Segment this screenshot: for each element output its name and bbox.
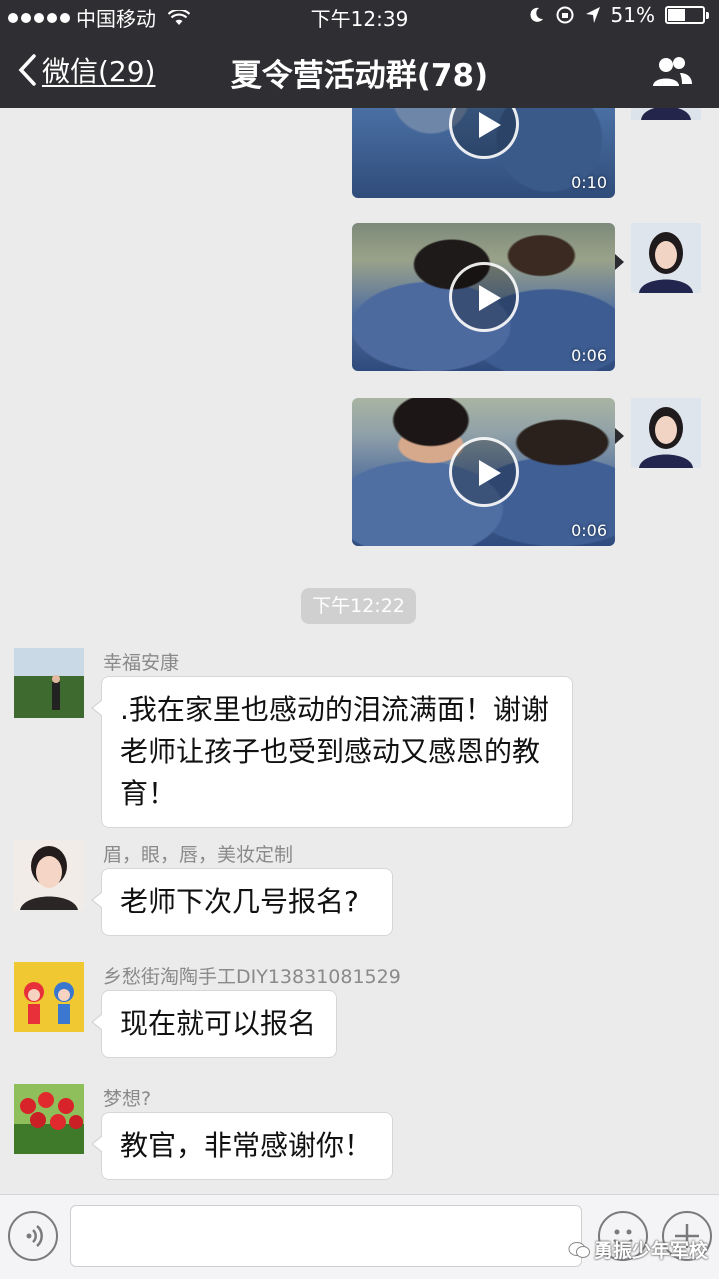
sender-name: 梦想? [103,1088,152,1110]
avatar[interactable] [14,648,84,718]
message-bubble[interactable]: .我在家里也感动的泪流满面！谢谢 老师让孩子也受到感动又感恩的教 育！ [91,676,573,828]
avatar-image [14,1084,84,1154]
message-line: 老师让孩子也受到感动又感恩的教 [120,735,541,768]
avatar[interactable] [631,223,701,293]
rotation-lock-icon [556,6,574,24]
video-message[interactable]: 0:10 [352,108,615,198]
battery-percent: 51% [610,3,655,27]
video-duration: 0:06 [571,521,607,540]
time-divider: 下午12:22 [301,588,416,624]
avatar-image [14,840,84,910]
location-icon [585,7,600,23]
avatar-image [14,648,84,718]
wechat-icon [568,1241,590,1258]
video-duration: 0:06 [571,346,607,365]
avatar[interactable] [14,840,84,910]
play-icon[interactable] [448,262,519,332]
voice-button[interactable] [8,1211,58,1261]
chat-title: 夏令营活动群(78) [230,58,489,94]
group-members-icon[interactable] [651,54,693,88]
message-line: 育！ [120,777,177,810]
moon-icon [529,7,543,22]
avatar[interactable] [14,962,84,1032]
sender-name: 幸福安康 [103,652,180,674]
bubble-tail [615,428,624,444]
nav-bar: 微信(29) 夏令营活动群(78) [0,32,719,108]
message-bubble[interactable]: 教官，非常感谢你！ [91,1112,393,1180]
avatar[interactable] [631,108,701,120]
avatar-image [631,108,701,120]
bubble-tail [615,254,624,270]
video-message[interactable]: 0:06 [352,223,615,371]
play-icon[interactable] [448,437,519,507]
avatar-image [631,223,701,293]
avatar[interactable] [14,1084,84,1154]
watermark: 勇振少年军校 [568,1236,708,1263]
status-bar: 中国移动 下午12:39 51% [0,0,719,32]
watermark-text: 勇振少年军校 [594,1240,709,1262]
sender-name: 乡愁街淘陶手工DIY13831081529 [103,966,401,988]
video-message[interactable]: 0:06 [352,398,615,546]
message-bubble[interactable]: 老师下次几号报名? [91,868,393,936]
status-right: 51% [527,3,709,27]
video-duration: 0:10 [571,173,607,192]
avatar-image [631,398,701,468]
avatar-image [14,962,84,1032]
battery-fill [668,9,686,21]
message-line: .我在家里也感动的泪流满面！谢谢 [120,693,549,726]
message-input[interactable] [70,1205,582,1267]
message-bubble[interactable]: 现在就可以报名 [91,990,337,1058]
chat-area[interactable]: 0:10 0:06 0:06 下午12:22 幸福安康 .我在家里也感动的泪流满… [0,108,719,1194]
sender-name: 眉，眼，唇，美妆定制 [103,844,294,866]
voice-icon [26,1225,43,1247]
avatar[interactable] [631,398,701,468]
battery-icon [665,6,709,24]
